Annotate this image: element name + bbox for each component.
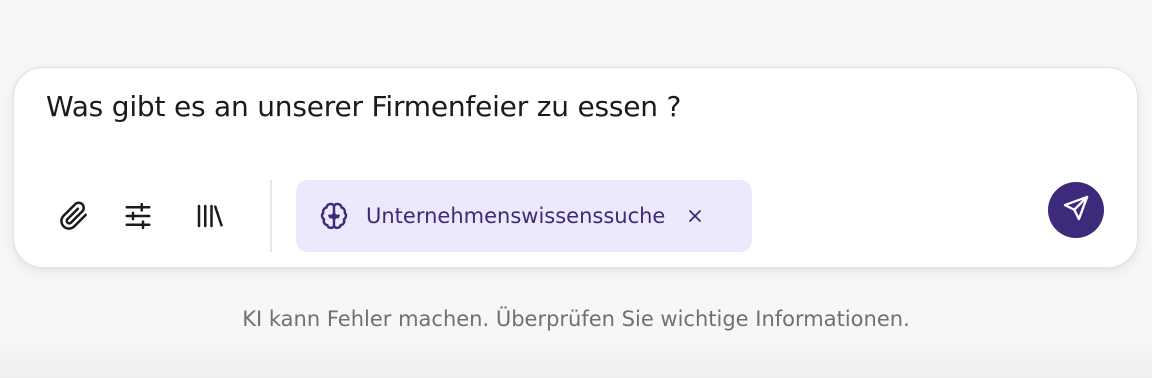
settings-button[interactable] [116, 194, 160, 238]
bottom-fade [0, 338, 1152, 378]
library-icon [194, 201, 224, 231]
disclaimer-text: KI kann Fehler machen. Überprüfen Sie wi… [242, 307, 910, 331]
toolbar-divider [270, 180, 272, 252]
chip-label: Unternehmenswissenssuche [366, 204, 666, 228]
send-icon [1062, 194, 1090, 226]
brain-icon [318, 200, 350, 232]
chat-composer: Was gibt es an unserer Firmenfeier zu es… [13, 67, 1138, 268]
paperclip-icon [59, 201, 89, 231]
sliders-icon [123, 201, 153, 231]
prompt-input[interactable]: Was gibt es an unserer Firmenfeier zu es… [46, 90, 681, 123]
attach-button[interactable] [52, 194, 96, 238]
send-button[interactable] [1048, 182, 1104, 238]
library-button[interactable] [187, 194, 231, 238]
knowledge-search-chip[interactable]: Unternehmenswissenssuche [296, 180, 752, 252]
close-icon[interactable] [683, 204, 707, 228]
